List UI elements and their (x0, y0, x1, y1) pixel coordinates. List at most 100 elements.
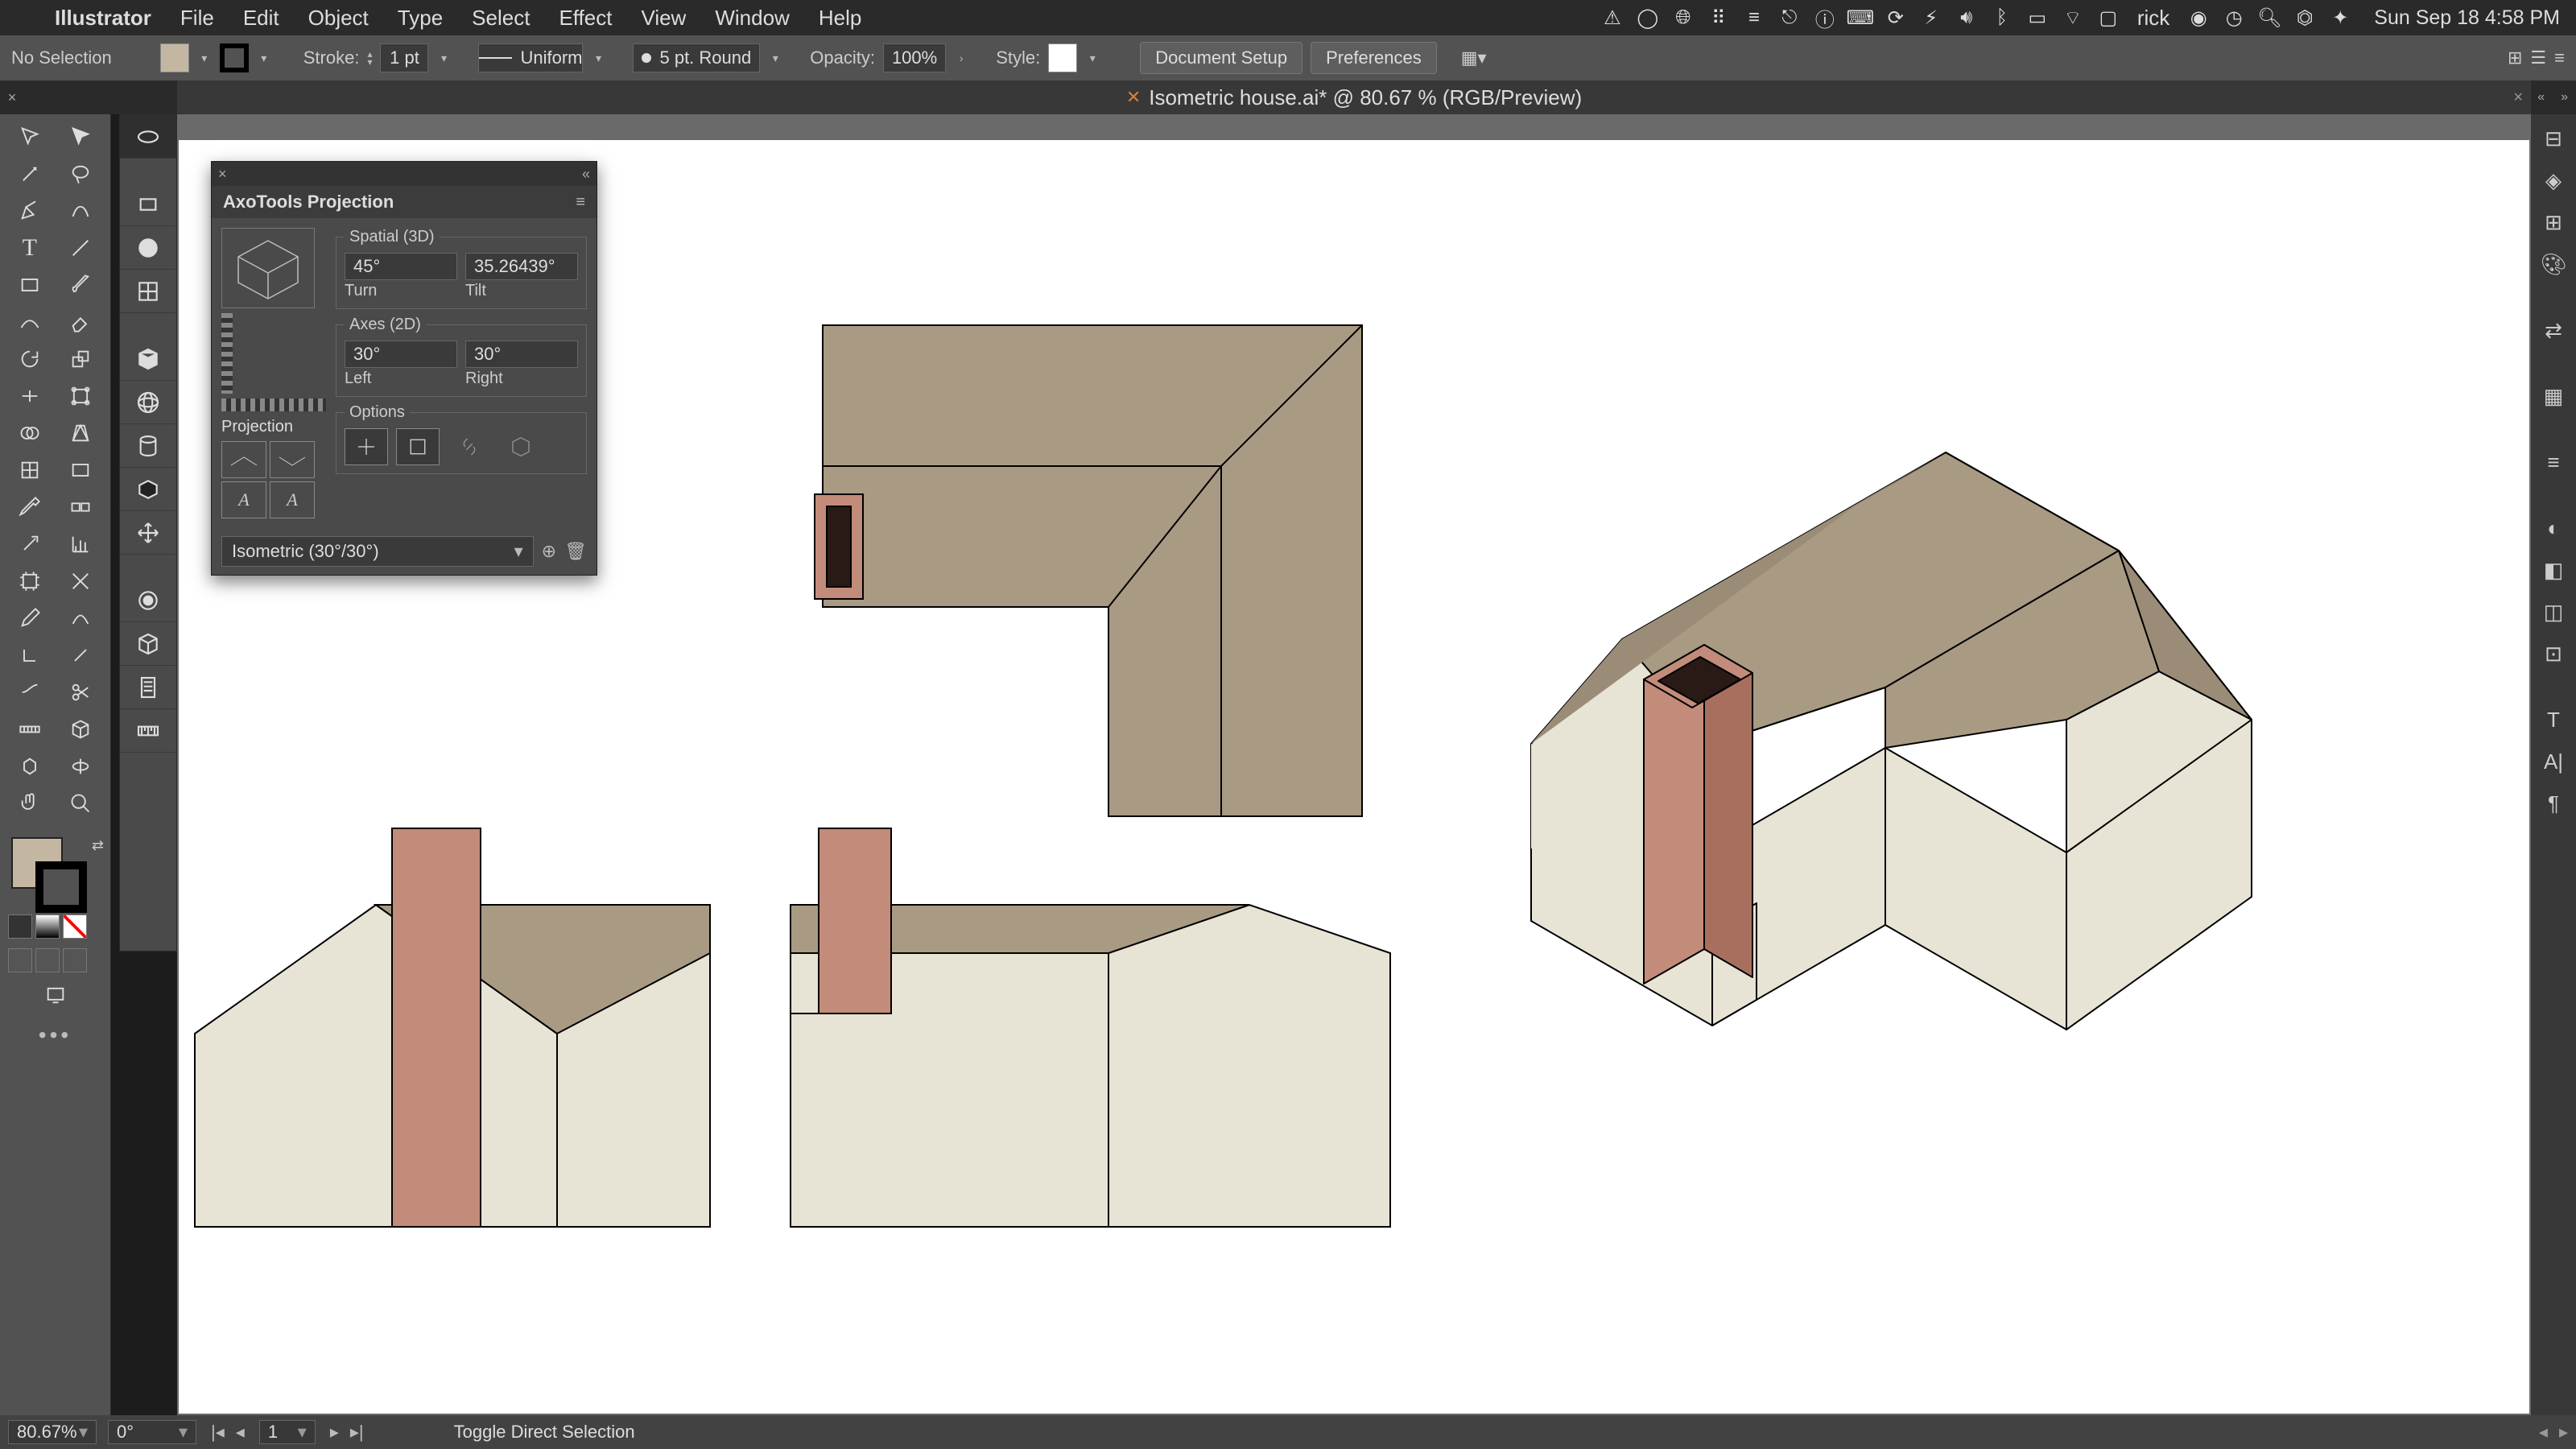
plugin-tool-sphere-icon[interactable] (120, 381, 176, 424)
selection-tool-icon[interactable] (5, 119, 55, 155)
option-link-icon[interactable] (448, 428, 491, 465)
mesh-tool-icon[interactable] (5, 452, 55, 488)
status-username[interactable]: rick (2126, 6, 2181, 31)
panel-swap-icon[interactable]: ⇄ (2537, 314, 2570, 346)
graph-tool-icon[interactable] (56, 526, 106, 562)
style-dropdown-icon[interactable]: ▾ (1085, 43, 1100, 72)
color-mode-solid[interactable] (8, 914, 32, 939)
arrange-menu-icon[interactable]: ≡ (2554, 47, 2565, 68)
menu-select[interactable]: Select (457, 6, 544, 31)
status-sync-icon[interactable]: ⟳ (1878, 6, 1913, 30)
document-setup-button[interactable]: Document Setup (1140, 42, 1302, 74)
app-name[interactable]: Illustrator (40, 6, 166, 31)
rectangle-tool-icon[interactable] (5, 267, 55, 303)
panel-graphic-styles-icon[interactable]: ◧ (2537, 554, 2570, 586)
rotate-tool-icon[interactable] (5, 341, 55, 377)
extrude-tool-icon[interactable] (5, 749, 55, 784)
color-mode-none[interactable] (63, 914, 87, 939)
tab-prev-icon[interactable]: « (2537, 90, 2545, 105)
gradient-tool-icon[interactable] (56, 452, 106, 488)
status-volume-icon[interactable]: 🔊︎ (1949, 6, 1984, 29)
revolve-tool-icon[interactable] (56, 749, 106, 784)
axo-slider-horizontal[interactable] (221, 398, 326, 411)
status-battery-icon[interactable]: ▭ (2020, 6, 2055, 30)
plugin-tool-box-icon[interactable] (120, 468, 176, 511)
menu-help[interactable]: Help (804, 6, 876, 31)
fill-stroke-indicator[interactable]: ⇄ (0, 834, 110, 910)
option-bounds-icon[interactable] (396, 428, 440, 465)
status-info-icon[interactable]: ⓘ (1807, 4, 1843, 32)
panel-transparency-icon[interactable]: ◫ (2537, 596, 2570, 628)
screen-mode-icon[interactable] (0, 977, 110, 1013)
status-keyboard-icon[interactable]: ⌨︎ (1843, 6, 1878, 30)
scale-tool-icon[interactable] (56, 341, 106, 377)
brush-dropdown-icon[interactable]: ▾ (768, 43, 782, 72)
projection-a-left-icon[interactable]: A (221, 481, 266, 518)
menu-view[interactable]: View (626, 6, 700, 31)
panel-paragraph-icon[interactable]: ¶ (2537, 787, 2570, 819)
join-tool-icon[interactable] (5, 638, 55, 673)
status-app-icon[interactable]: ✦ (2322, 6, 2358, 30)
tab-next-icon[interactable]: » (2561, 90, 2568, 105)
panel-close-icon[interactable]: × (218, 166, 227, 183)
status-siri-icon[interactable]: ◉ (2181, 6, 2216, 30)
align-flyout-icon[interactable]: ▦▾ (1461, 47, 1487, 68)
preferences-button[interactable]: Preferences (1311, 42, 1437, 74)
artboard-tool-icon[interactable] (5, 564, 55, 599)
menubar-clock[interactable]: Sun Sep 18 4:58 PM (2358, 6, 2576, 30)
status-lines-icon[interactable]: ≡ (1736, 6, 1772, 29)
plugin-tool-1-icon[interactable] (120, 115, 176, 159)
projection-a-right-icon[interactable]: A (270, 481, 315, 518)
artboard-prev-icon[interactable]: ◂ (233, 1422, 248, 1443)
opacity-field[interactable]: 100% (883, 43, 946, 72)
plugin-tool-doc-icon[interactable] (120, 666, 176, 709)
projection-left-icon[interactable] (221, 441, 266, 478)
panel-libraries-icon[interactable]: ⊞ (2537, 206, 2570, 238)
plugin-tool-wire-icon[interactable] (120, 622, 176, 666)
type-tool-icon[interactable]: T (5, 230, 55, 266)
panel-collapse-icon[interactable]: « (582, 166, 590, 183)
plugin-tool-cylinder-icon[interactable] (120, 424, 176, 468)
artboard-first-icon[interactable]: |◂ (208, 1422, 228, 1443)
width-tool-icon[interactable] (5, 378, 55, 414)
menu-edit[interactable]: Edit (229, 6, 294, 31)
hand-tool-icon[interactable] (5, 786, 55, 821)
panel-menu-icon[interactable]: ≡ (576, 193, 585, 212)
arrange-list-icon[interactable]: ☰ (2530, 47, 2546, 68)
plugin-tool-grid-icon[interactable] (120, 270, 176, 313)
artboard-next-icon[interactable]: ▸ (327, 1422, 342, 1443)
tab-close-icon[interactable]: × (0, 80, 24, 114)
stroke-stepper-icon[interactable]: ▴▾ (367, 50, 372, 66)
curvature-tool-icon[interactable] (56, 193, 106, 229)
color-mode-gradient[interactable] (35, 914, 60, 939)
slice-tool-icon[interactable] (56, 564, 106, 599)
pencil-tool-icon[interactable] (5, 601, 55, 636)
right-axis-field[interactable]: 30° (465, 341, 578, 368)
status-shield-icon[interactable]: ◯ (1630, 6, 1666, 30)
draw-behind-icon[interactable] (35, 948, 60, 972)
menu-object[interactable]: Object (294, 6, 383, 31)
stroke-profile[interactable]: Uniform (478, 43, 583, 72)
left-axis-field[interactable]: 30° (345, 341, 457, 368)
free-transform-tool-icon[interactable] (56, 378, 106, 414)
zoom-field[interactable]: 80.67%▾ (8, 1420, 97, 1444)
projection-right-icon[interactable] (270, 441, 315, 478)
draw-inside-icon[interactable] (63, 948, 87, 972)
status-scroll-right-icon[interactable]: ▸ (2559, 1422, 2568, 1443)
knife-tool-icon[interactable] (5, 675, 55, 710)
menu-effect[interactable]: Effect (544, 6, 626, 31)
stroke-weight-dropdown-icon[interactable]: ▾ (436, 43, 451, 72)
status-bolt-icon[interactable]: ⚡︎ (1913, 6, 1949, 30)
status-display-icon[interactable]: ▢ (2091, 6, 2126, 30)
artboard-nav[interactable]: |◂ ◂ (208, 1422, 248, 1443)
panel-swatches-icon[interactable]: ▦ (2537, 380, 2570, 412)
plugin-tool-target-icon[interactable] (120, 579, 176, 622)
perspective-tool-icon[interactable] (56, 415, 106, 451)
tilt-field[interactable]: 35.26439° (465, 253, 578, 280)
fill-swatch[interactable] (160, 43, 189, 72)
menu-window[interactable]: Window (700, 6, 803, 31)
pen-tool-icon[interactable] (5, 193, 55, 229)
shape-builder-tool-icon[interactable] (5, 415, 55, 451)
artboard-last-icon[interactable]: ▸| (347, 1422, 367, 1443)
fill-dropdown-icon[interactable]: ▾ (197, 43, 212, 72)
